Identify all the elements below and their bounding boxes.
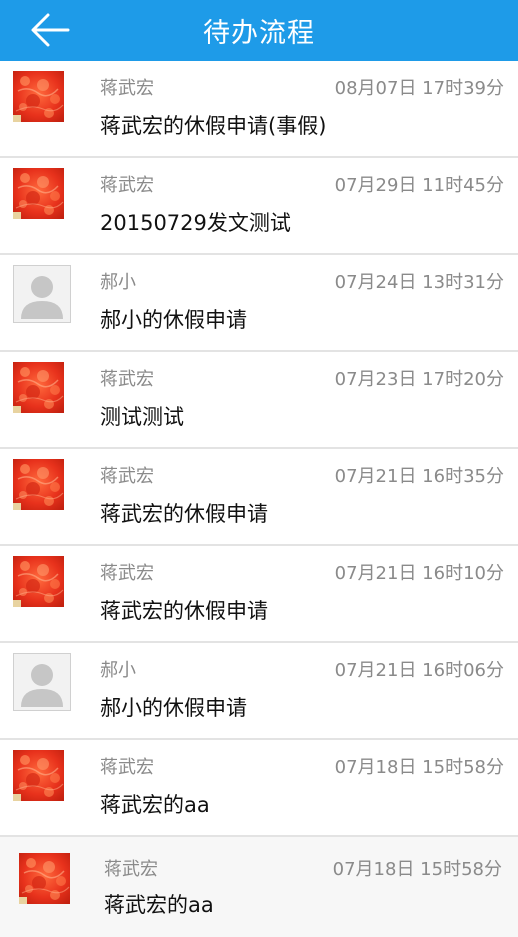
avatar-photo-icon <box>13 556 64 607</box>
sender-name: 蒋武宏 <box>100 78 154 99</box>
sender-name: 蒋武宏 <box>100 175 154 196</box>
item-subject: 20150729发文测试 <box>100 211 291 235</box>
avatar <box>13 71 64 122</box>
timestamp: 07月29日 11时45分 <box>334 175 504 196</box>
default-person-icon <box>13 653 71 711</box>
avatar <box>13 265 71 323</box>
timestamp: 07月18日 15时58分 <box>332 859 502 880</box>
sender-name: 蒋武宏 <box>100 466 154 487</box>
timestamp: 08月07日 17时39分 <box>334 78 504 99</box>
item-subject: 测试测试 <box>100 405 184 429</box>
list-item[interactable]: 蒋武宏 07月29日 11时45分 20150729发文测试 <box>0 158 518 255</box>
avatar-photo-icon <box>13 750 64 801</box>
back-button[interactable] <box>24 8 76 52</box>
avatar-photo-icon <box>13 459 64 510</box>
avatar-photo-icon <box>13 71 64 122</box>
avatar-photo-icon <box>13 168 64 219</box>
avatar <box>13 362 64 413</box>
sender-name: 蒋武宏 <box>104 859 158 880</box>
timestamp: 07月21日 16时06分 <box>334 660 504 681</box>
avatar-photo-icon <box>19 853 70 904</box>
todo-list: 蒋武宏 08月07日 17时39分 蒋武宏的休假申请(事假) 蒋武宏 07月29日 1… <box>0 61 518 937</box>
sender-name: 蒋武宏 <box>100 563 154 584</box>
list-item[interactable]: 蒋武宏 08月07日 17时39分 蒋武宏的休假申请(事假) <box>0 61 518 158</box>
item-subject: 蒋武宏的休假申请(事假) <box>100 114 327 138</box>
list-item[interactable]: 蒋武宏 07月18日 15时58分蒋武宏的aa <box>0 837 518 937</box>
item-subject: 郝小的休假申请 <box>100 696 247 720</box>
arrow-left-icon <box>31 13 70 47</box>
timestamp: 07月21日 16时10分 <box>334 563 504 584</box>
app-header: 待办流程 <box>0 0 518 61</box>
sender-name: 蒋武宏 <box>100 757 154 778</box>
sender-name: 蒋武宏 <box>100 369 154 390</box>
item-subject: 蒋武宏的休假申请 <box>100 502 268 526</box>
avatar <box>13 750 64 801</box>
list-item[interactable]: 郝小 07月24日 13时31分郝小的休假申请 <box>0 255 518 352</box>
timestamp: 07月18日 15时58分 <box>334 757 504 778</box>
timestamp: 07月24日 13时31分 <box>334 272 504 293</box>
avatar <box>13 653 71 711</box>
list-item[interactable]: 蒋武宏 07月21日 16时10分蒋武宏的休假申请 <box>0 546 518 643</box>
item-subject: 蒋武宏的aa <box>100 793 210 817</box>
item-subject: 郝小的休假申请 <box>100 308 247 332</box>
list-item[interactable]: 蒋武宏 07月23日 17时20分测试测试 <box>0 352 518 449</box>
timestamp: 07月21日 16时35分 <box>334 466 504 487</box>
avatar <box>13 556 64 607</box>
list-item[interactable]: 蒋武宏 07月18日 15时58分蒋武宏的aa <box>0 740 518 837</box>
list-item[interactable]: 蒋武宏 07月21日 16时35分蒋武宏的休假申请 <box>0 449 518 546</box>
sender-name: 郝小 <box>100 272 136 293</box>
item-subject: 蒋武宏的aa <box>104 893 214 917</box>
item-subject: 蒋武宏的休假申请 <box>100 599 268 623</box>
timestamp: 07月23日 17时20分 <box>334 369 504 390</box>
avatar <box>19 853 70 904</box>
avatar <box>13 459 64 510</box>
page-title: 待办流程 <box>203 18 315 49</box>
sender-name: 郝小 <box>100 660 136 681</box>
avatar <box>13 168 64 219</box>
avatar-photo-icon <box>13 362 64 413</box>
list-item[interactable]: 郝小 07月21日 16时06分郝小的休假申请 <box>0 643 518 740</box>
default-person-icon <box>13 265 71 323</box>
